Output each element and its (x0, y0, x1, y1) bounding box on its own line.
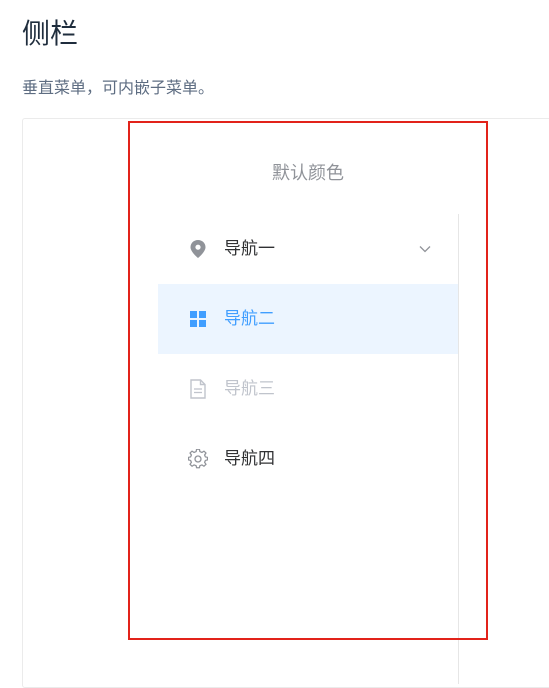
menu-item-nav-4[interactable]: 导航四 (158, 424, 458, 494)
menu-item-label: 导航二 (224, 309, 275, 329)
menu-item-nav-3: 导航三 (158, 354, 458, 424)
vertical-menu: 导航一 导航二 导航三 导航四 (158, 214, 459, 684)
menu-item-nav-1[interactable]: 导航一 (158, 214, 458, 284)
document-icon (188, 379, 208, 399)
page-title: 侧栏 (22, 17, 79, 50)
location-icon (188, 239, 208, 259)
chevron-down-icon[interactable] (418, 242, 432, 256)
menu-item-label: 导航三 (224, 379, 275, 399)
menu-heading: 默认颜色 (272, 163, 344, 184)
menu-item-nav-2[interactable]: 导航二 (158, 284, 458, 354)
menu-item-label: 导航四 (224, 449, 275, 469)
gear-icon (188, 449, 208, 469)
menu-item-label: 导航一 (224, 239, 275, 259)
page-description: 垂直菜单，可内嵌子菜单。 (22, 78, 215, 97)
grid-menu-icon (188, 309, 208, 329)
